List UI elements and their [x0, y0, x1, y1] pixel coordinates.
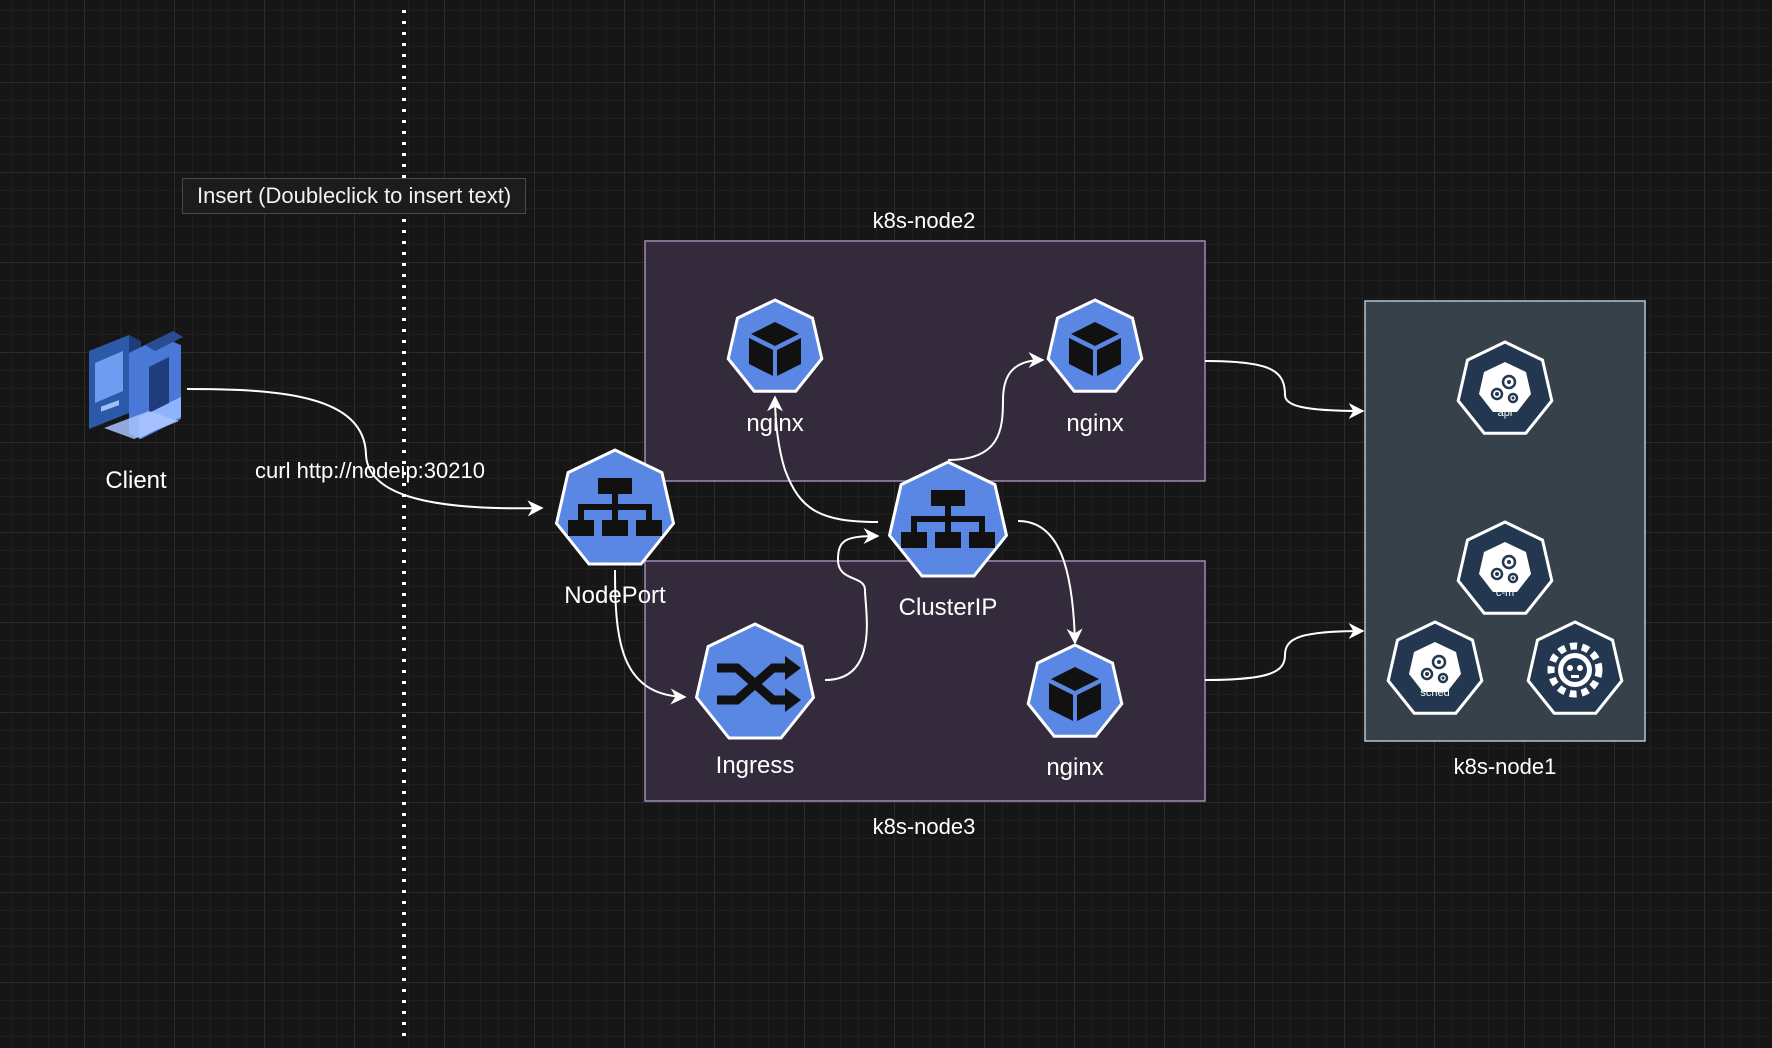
curl-edge-label: curl http://nodeip:30210: [255, 458, 485, 483]
k8s-node3-label: k8s-node3: [872, 814, 976, 839]
k8s-node2-label: k8s-node2: [872, 208, 976, 233]
k8s-node1-label: k8s-node1: [1453, 754, 1557, 779]
api-server-label: api: [1498, 407, 1513, 419]
nginx-label-a: nginx: [746, 410, 804, 437]
nodeport-label: NodePort: [564, 582, 666, 609]
client-label: Client: [105, 467, 167, 494]
client-icon[interactable]: [89, 331, 183, 439]
edge-client-nodeport[interactable]: [186, 388, 544, 517]
nginx-label-b: nginx: [1066, 410, 1124, 437]
insert-tooltip: Insert (Doubleclick to insert text): [182, 178, 527, 214]
ingress-label: Ingress: [715, 752, 795, 779]
nginx-label-c: nginx: [1046, 754, 1104, 781]
edge-node2-node1[interactable]: [1204, 360, 1365, 419]
scheduler-label: sched: [1420, 687, 1449, 699]
controller-manager-label: c-m: [1496, 587, 1514, 599]
diagram-canvas[interactable]: api c-m sched: [0, 0, 1772, 1048]
edge-node3-node1[interactable]: [1204, 623, 1365, 681]
clusterip-label: ClusterIP: [898, 594, 998, 621]
